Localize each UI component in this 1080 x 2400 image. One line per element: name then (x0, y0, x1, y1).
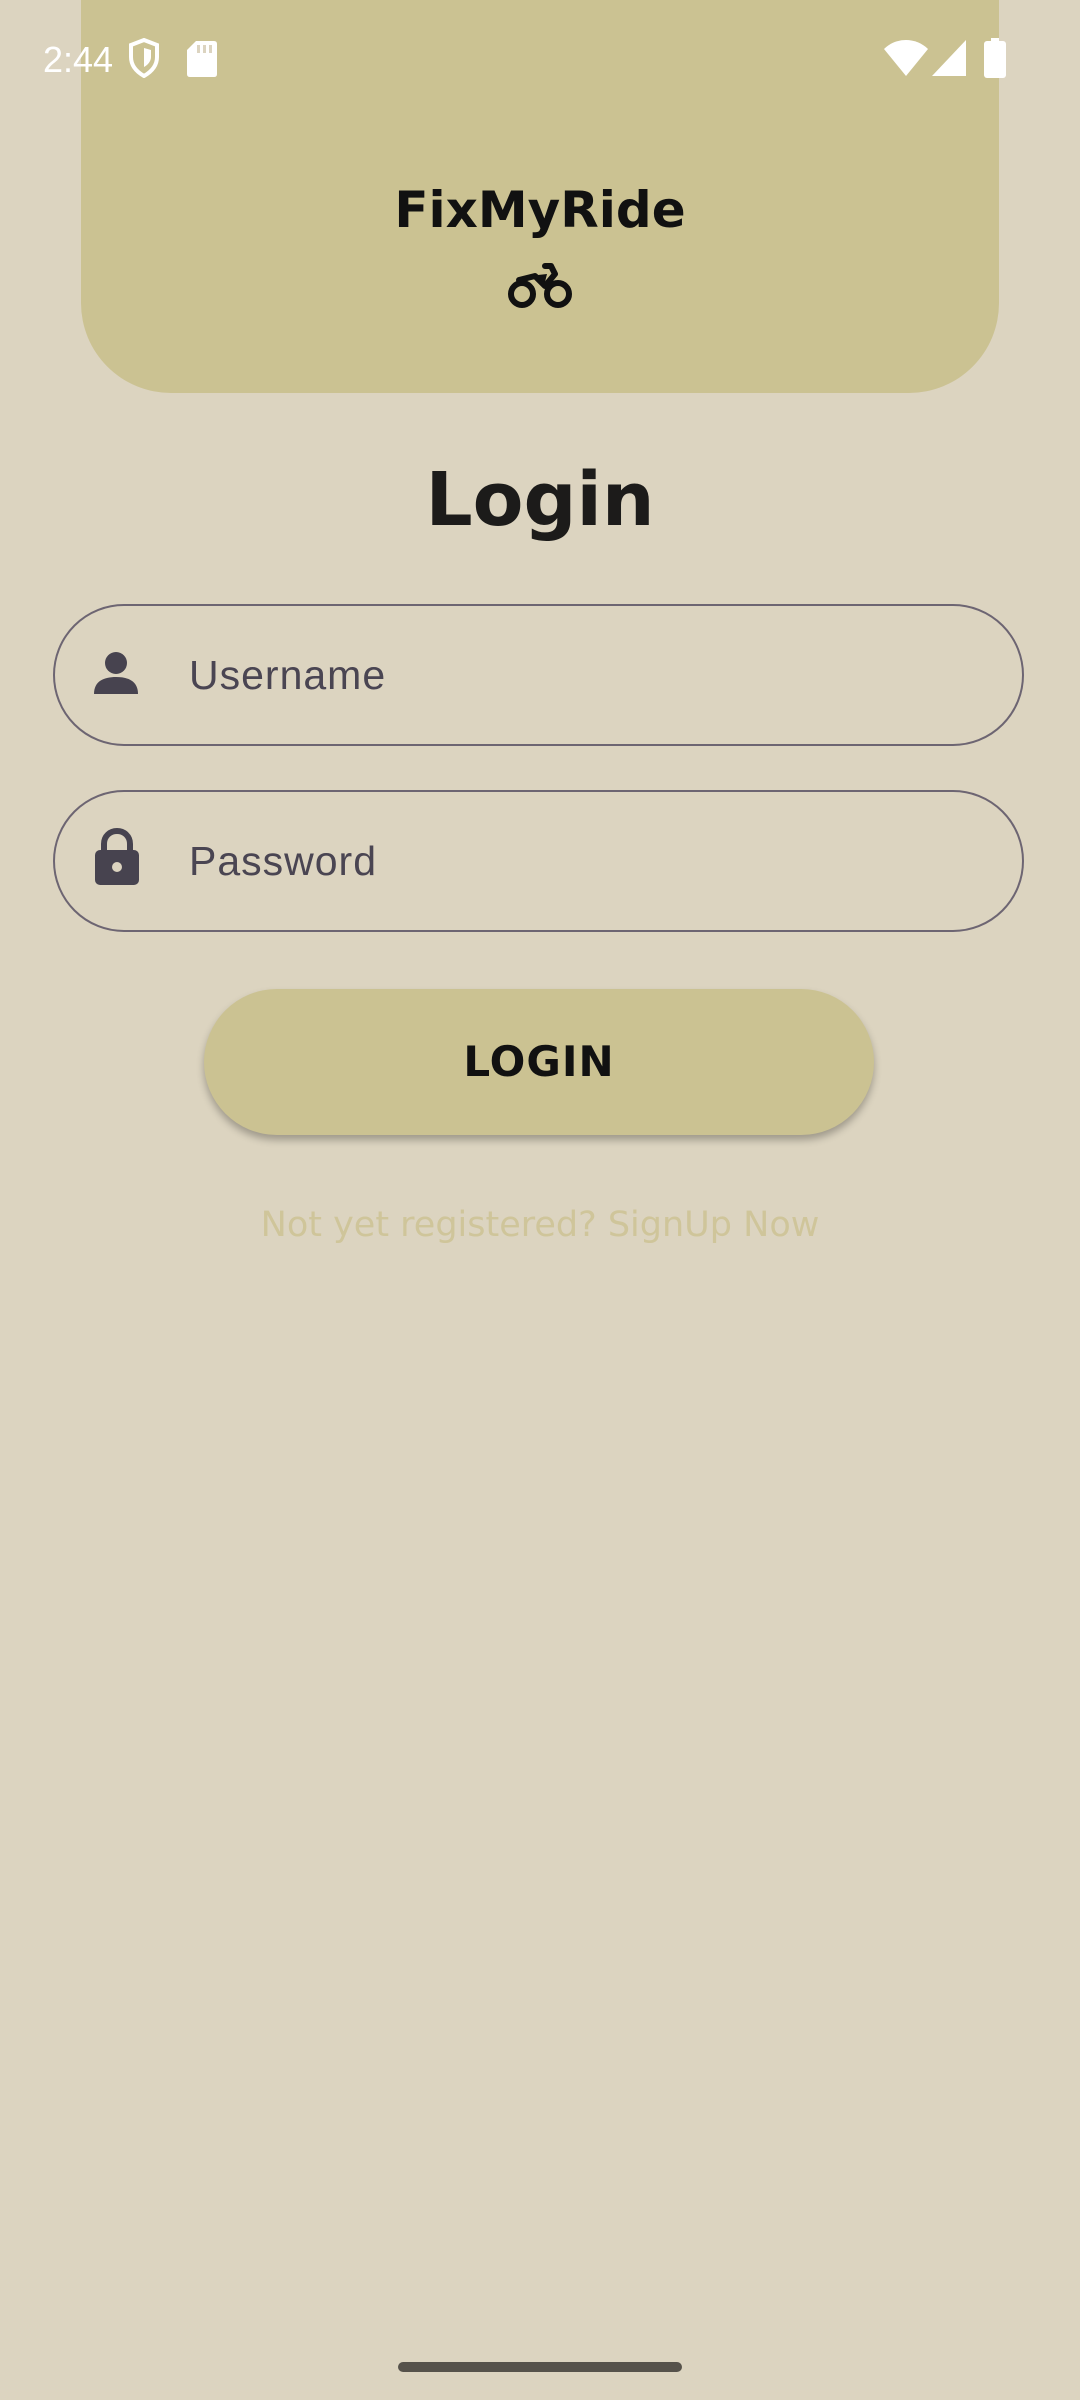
username-field[interactable] (53, 604, 1024, 746)
cell-signal-icon (932, 40, 966, 80)
motorcycle-icon (507, 262, 573, 314)
password-input[interactable] (189, 822, 969, 900)
signup-link[interactable]: Not yet registered? SignUp Now (0, 1200, 1080, 1250)
app-title: FixMyRide (394, 181, 686, 239)
page-title: Login (425, 457, 655, 543)
status-bar: 2:44 (0, 0, 1080, 120)
username-input[interactable] (189, 636, 969, 714)
lock-icon (93, 827, 141, 890)
sd-card-icon (187, 41, 217, 81)
password-field[interactable] (53, 790, 1024, 932)
wifi-icon (884, 40, 928, 80)
person-icon (93, 650, 139, 700)
home-indicator[interactable] (398, 2362, 682, 2372)
battery-icon (984, 38, 1006, 82)
login-button[interactable]: LOGIN (204, 989, 874, 1135)
shield-icon (128, 37, 160, 82)
status-time: 2:44 (43, 39, 114, 80)
